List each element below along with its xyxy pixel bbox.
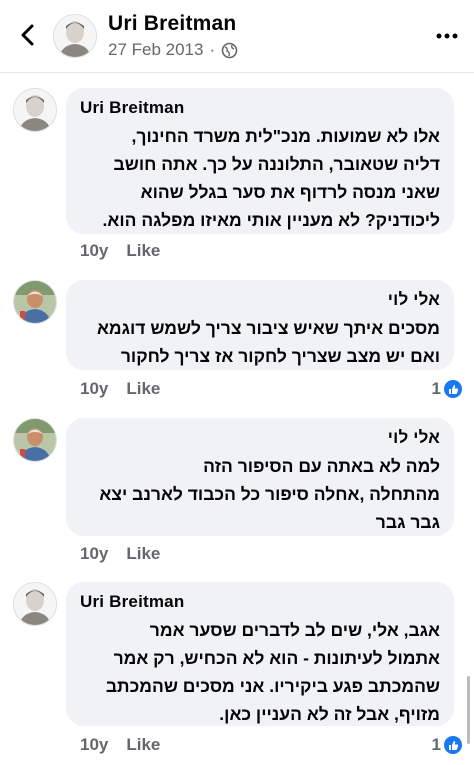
avatar[interactable] xyxy=(53,14,97,58)
avatar[interactable] xyxy=(13,582,57,626)
thumbs-up-icon xyxy=(444,736,462,754)
comment-bubble: אלי לוי למה לא באתה עם הסיפור הזה מהתחלה… xyxy=(66,418,454,536)
comment-text: אגב, אלי, שים לב לדברים שסער אמר אתמול ל… xyxy=(80,616,440,728)
like-button[interactable]: Like xyxy=(126,544,160,564)
comment-line: אתמול לעיתונות - הוא לא הכחיש, רק אמר xyxy=(113,648,440,668)
comment-line: דליה שטאובר, התלוננה על כך. אתה חושב xyxy=(113,154,440,174)
comment-line: מסכים איתך שאיש ציבור צריך לשמש דוגמא xyxy=(96,318,440,338)
post-header: Uri Breitman 27 Feb 2013 · xyxy=(0,0,474,73)
avatar[interactable] xyxy=(13,88,57,132)
post-date[interactable]: 27 Feb 2013 xyxy=(108,40,203,60)
comment-text: מסכים איתך שאיש ציבור צריך לשמש דוגמא וא… xyxy=(80,314,440,370)
comment-text: אלו לא שמועות. מנכ"לית משרד החינוך, דליה… xyxy=(80,122,440,234)
globe-icon xyxy=(221,42,238,58)
like-button[interactable]: Like xyxy=(126,241,160,261)
comment-meta: 10y Like xyxy=(80,735,160,755)
comment-line: אלו לא שמועות. מנכ"לית משרד החינוך, xyxy=(131,126,440,146)
back-button[interactable] xyxy=(14,20,42,50)
comment-age[interactable]: 10y xyxy=(80,241,108,261)
comment-line: שהמכתב פגע ביקיריו. אני מסכים שהמכתב xyxy=(105,676,440,696)
comment-age[interactable]: 10y xyxy=(80,735,108,755)
comment-line: ליכודניק? לא מעניין אותי מאיזו מפלגה הוא… xyxy=(102,210,440,230)
comment-meta: 10y Like xyxy=(80,241,160,261)
comment-author[interactable]: Uri Breitman xyxy=(80,592,440,612)
comment-author[interactable]: אלי לוי xyxy=(80,428,440,448)
thumbs-up-icon xyxy=(444,380,462,398)
comment-author[interactable]: אלי לוי xyxy=(80,290,440,310)
comment-bubble: אלי לוי מסכים איתך שאיש ציבור צריך לשמש … xyxy=(66,280,454,370)
more-vertical-icon xyxy=(436,33,458,39)
chevron-left-icon xyxy=(21,24,34,46)
reaction-number: 1 xyxy=(431,735,441,754)
comment-line: אגב, אלי, שים לב לדברים שסער אמר xyxy=(149,620,440,640)
comment-meta: 10y Like xyxy=(80,544,160,564)
comment-text: למה לא באתה עם הסיפור הזה מהתחלה ,אחלה ס… xyxy=(80,452,440,536)
reaction-number: 1 xyxy=(431,379,441,398)
scrollbar[interactable] xyxy=(467,676,470,744)
comment-line: גבר גבר xyxy=(375,512,440,532)
comment-age[interactable]: 10y xyxy=(80,544,108,564)
separator-dot: · xyxy=(209,40,216,59)
comment-line: שאני מנסה לרדוף את סער בגלל שהוא xyxy=(140,182,440,202)
avatar[interactable] xyxy=(13,418,57,462)
reaction-count[interactable]: 1 xyxy=(432,735,462,755)
avatar[interactable] xyxy=(13,280,57,324)
author-name[interactable]: Uri Breitman xyxy=(108,12,236,36)
comment-age[interactable]: 10y xyxy=(80,379,108,399)
comment-meta: 10y Like xyxy=(80,379,160,399)
reaction-count[interactable]: 1 xyxy=(432,379,462,399)
like-button[interactable]: Like xyxy=(126,735,160,755)
comment-line: ואם יש מצב שצריך לחקור אז צריך לחקור xyxy=(120,346,440,366)
comment-bubble: Uri Breitman אגב, אלי, שים לב לדברים שסע… xyxy=(66,582,454,726)
comment-line: מהתחלה ,אחלה סיפור כל הכבוד לארנב יצא xyxy=(99,484,440,504)
comment-author[interactable]: Uri Breitman xyxy=(80,98,440,118)
more-options-button[interactable] xyxy=(432,24,462,48)
comment-line: מזויף, אבל זה לא העניין כאן. xyxy=(219,704,440,724)
post-meta: 27 Feb 2013 · xyxy=(108,40,238,60)
comment-line: למה לא באתה עם הסיפור הזה xyxy=(203,456,440,476)
like-button[interactable]: Like xyxy=(126,379,160,399)
comment-bubble: Uri Breitman אלו לא שמועות. מנכ"לית משרד… xyxy=(66,88,454,234)
